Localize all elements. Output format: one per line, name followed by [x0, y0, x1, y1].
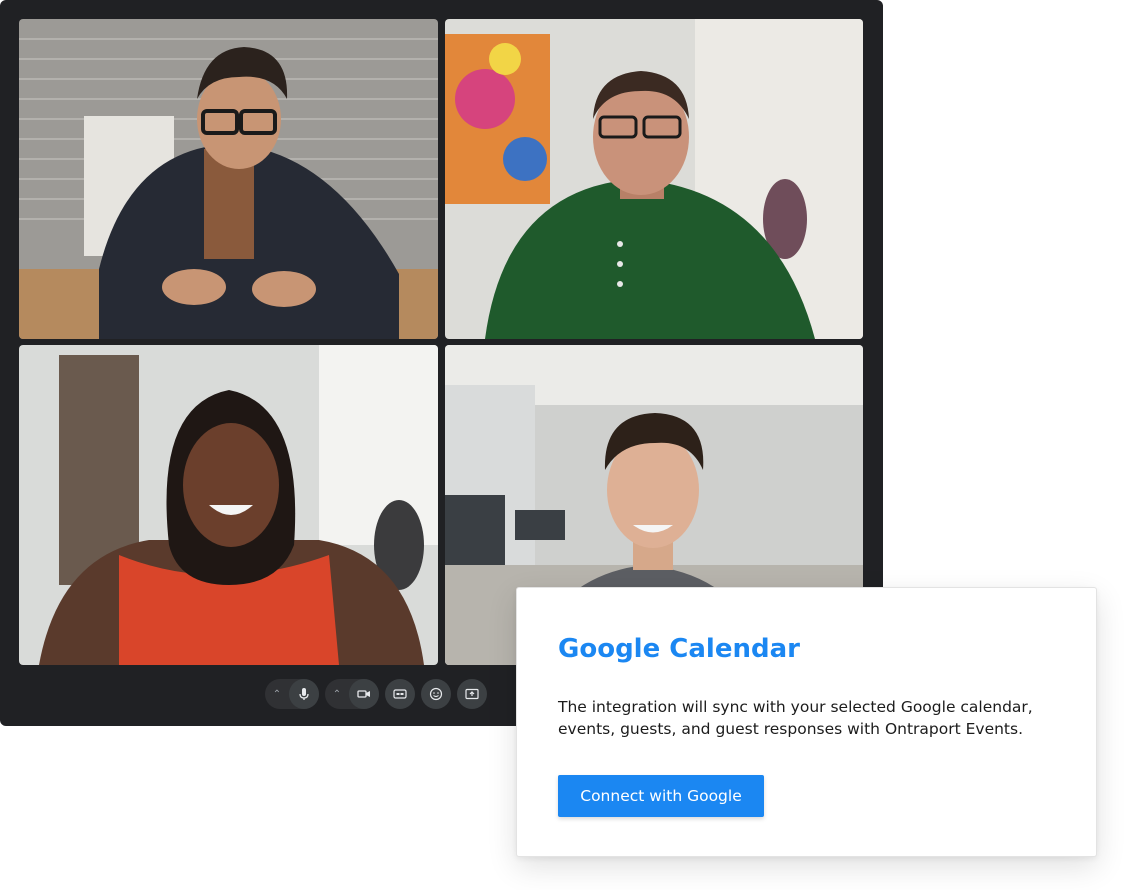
integration-description: The integration will sync with your sele… [558, 698, 1033, 738]
present-screen-button[interactable] [457, 679, 487, 709]
integration-title: Google Calendar [558, 634, 800, 664]
present-screen-icon [465, 688, 479, 700]
microphone-control-group: ⌃ [265, 679, 319, 709]
connect-with-google-button[interactable]: Connect with Google [558, 775, 764, 817]
camera-button[interactable] [349, 679, 379, 709]
participant-video-feed [19, 19, 438, 339]
participant-video-tile[interactable] [19, 345, 438, 665]
google-calendar-integration-card: Google Calendar The integration will syn… [516, 587, 1097, 857]
participant-video-feed [445, 19, 863, 339]
captions-button[interactable] [385, 679, 415, 709]
meeting-control-bar: ⌃ ⌃ [265, 679, 487, 709]
chevron-up-icon[interactable]: ⌃ [265, 679, 289, 709]
microphone-button[interactable] [289, 679, 319, 709]
chevron-up-icon[interactable]: ⌃ [325, 679, 349, 709]
microphone-icon [299, 688, 309, 700]
emoji-icon [429, 687, 443, 701]
participant-video-feed [19, 345, 438, 665]
emoji-button[interactable] [421, 679, 451, 709]
participant-video-tile[interactable] [445, 19, 863, 339]
camera-icon [357, 690, 370, 698]
participant-video-tile[interactable] [19, 19, 438, 339]
camera-control-group: ⌃ [325, 679, 379, 709]
captions-icon [393, 689, 407, 699]
